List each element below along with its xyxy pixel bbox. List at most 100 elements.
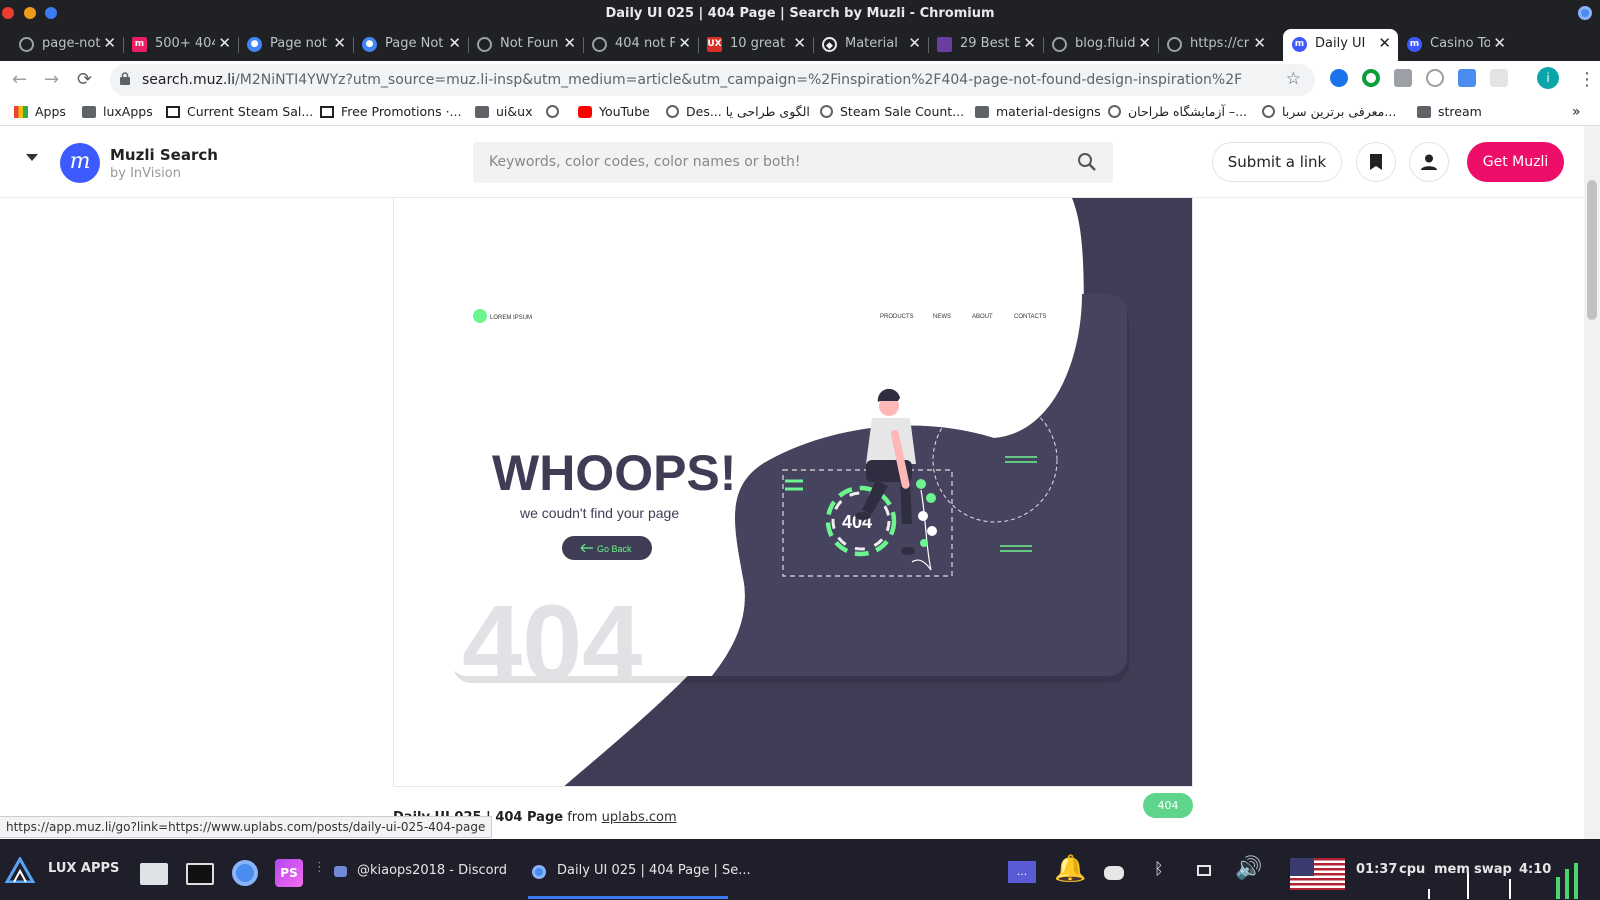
globe-icon [666,105,679,118]
caret-down-icon[interactable] [26,154,38,161]
workspace-button[interactable]: ... [1008,861,1036,883]
submit-link-button[interactable]: Submit a link [1212,142,1342,182]
grammarly-icon[interactable] [1362,69,1380,87]
close-tab-icon[interactable]: ✕ [1138,34,1151,52]
scrollbar-thumb[interactable] [1587,180,1597,320]
tab-label: 404 not F [615,36,675,51]
bookmark-apps[interactable]: Apps [14,104,66,119]
tab-page-not-2[interactable]: ● Page not ✕ [238,29,354,61]
back-arrow-icon[interactable]: ← [12,69,27,90]
bookmark-steam-sale-countdown[interactable]: Steam Sale Count... [820,104,964,119]
bell-icon[interactable]: 🔔 [1054,854,1086,884]
tab-page-not-found[interactable]: ● Page Not ✕ [353,29,469,61]
profile-button[interactable] [1409,142,1449,182]
close-tab-icon[interactable]: ✕ [1253,34,1266,52]
tab-material[interactable]: ◆ Material ✕ [813,29,929,61]
tab-label: 10 great [730,36,786,51]
tab-not-found[interactable]: Not Foun ✕ [468,29,584,61]
bookmark-free-promotions[interactable]: Free Promotions ·... [320,104,461,119]
profile-avatar[interactable]: i [1537,67,1559,89]
search-input[interactable]: Keywords, color codes, color names or bo… [473,142,1113,183]
bookmark-globe[interactable] [546,104,566,119]
close-tab-icon[interactable]: ✕ [218,34,231,52]
reload-icon[interactable]: ⟳ [77,69,92,90]
bookmark-design-lab[interactable]: آزمایشگاه طراحان –... [1108,104,1247,119]
close-tab-icon[interactable]: ✕ [563,34,576,52]
tab-blog-fluid[interactable]: blog.fluid ✕ [1043,29,1159,61]
robot-favicon-icon: ● [362,37,377,52]
file-manager-icon[interactable] [140,863,168,885]
ux-favicon-icon: UX [707,37,722,52]
close-tab-icon[interactable]: ✕ [333,34,346,52]
page-scrollbar[interactable] [1584,126,1600,839]
translate-icon[interactable] [1458,69,1476,87]
bookmark-current-steam[interactable]: Current Steam Sal... [166,104,313,119]
colorlib-icon [937,37,952,52]
volume-icon[interactable]: 🔊 [1235,856,1262,881]
bookmark-youtube[interactable]: YouTube [578,104,650,119]
phpstorm-icon[interactable]: PS [275,859,303,887]
tab-https-cr[interactable]: https://cr ✕ [1158,29,1273,61]
design-shot-card[interactable]: 404 LOREM IPSUM PRODUCTS NEWS ABOUT CONT… [393,197,1193,787]
close-tab-icon[interactable]: ✕ [793,34,806,52]
close-tab-icon[interactable]: ✕ [1493,34,1506,52]
url-text: search.muz.li/M2NiNTI4YWYz?utm_source=mu… [142,72,1242,88]
tab-29-best[interactable]: 29 Best E ✕ [928,29,1044,61]
menu-kebab-icon[interactable]: ⋮ [1578,69,1596,90]
bookmark-uiux[interactable]: ui&ux [475,104,532,119]
globe-icon [19,37,34,52]
tab-500-404[interactable]: m 500+ 404 ✕ [123,29,239,61]
bookmark-label: luxApps [103,104,153,119]
close-tab-icon[interactable]: ✕ [448,34,461,52]
tab-10-great[interactable]: UX 10 great ✕ [698,29,814,61]
extension-circle-icon[interactable] [1426,69,1444,87]
lux-logo-icon[interactable] [5,857,35,883]
bookmark-best-servers[interactable]: معرفی برترین سربا... [1262,104,1396,119]
bookmark-luxapps[interactable]: luxApps [82,104,153,119]
bookmark-star-icon[interactable]: ☆ [1286,69,1301,89]
bookmark-stream[interactable]: stream [1417,104,1482,119]
tab-404-not-found[interactable]: 404 not F ✕ [583,29,699,61]
taskbar-discord-window[interactable]: @kiaops2018 - Discord [357,863,507,878]
close-tab-icon[interactable]: ✕ [678,34,691,52]
globe-icon [1262,105,1275,118]
muzli-logo[interactable]: m [60,143,100,183]
tab-daily-ui-active[interactable]: m Daily UI ✕ [1283,29,1398,61]
bluetooth-icon[interactable]: ᛒ [1154,859,1164,878]
get-muzli-button[interactable]: Get Muzli [1467,142,1564,182]
us-flag-icon[interactable] [1290,858,1345,890]
chromium-taskbar-icon[interactable] [232,860,258,886]
robot-favicon-icon: ● [247,37,262,52]
swap-label: swap [1474,862,1512,877]
address-bar[interactable]: search.muz.li/M2NiNTI4YWYz?utm_source=mu… [110,64,1315,96]
bookmark-label: stream [1438,104,1482,119]
close-tab-icon[interactable]: ✕ [908,34,921,52]
steam-icon [166,106,180,118]
shot-source-link[interactable]: uplabs.com [602,810,677,825]
search-icon[interactable] [1077,152,1097,172]
clock[interactable]: 01:37 [1356,862,1397,877]
tag-404[interactable]: 404 [1143,793,1193,818]
close-tab-icon[interactable]: ✕ [1378,34,1391,52]
close-tab-icon[interactable]: ✕ [1023,34,1036,52]
discord-tray-icon[interactable] [1104,866,1124,880]
mock-nav-products: PRODUCTS [880,314,914,320]
bookmark-material-designs[interactable]: material-designs [975,104,1101,119]
tab-page-not[interactable]: page-not ✕ [10,29,124,61]
taskbar-chromium-window[interactable]: Daily UI 025 | 404 Page | Se... [557,863,751,878]
youtube-icon [578,106,592,118]
close-tab-icon[interactable]: ✕ [103,34,116,52]
terminal-icon[interactable] [186,863,214,885]
bookmark-design-patterns[interactable]: Des... الگوی طراحی یا [666,104,810,119]
steam-icon [320,106,334,118]
extension-blue-icon[interactable] [1330,69,1348,87]
forward-arrow-icon[interactable]: → [44,69,59,90]
bookmarks-overflow-icon[interactable]: » [1572,104,1581,120]
extension-grey-icon[interactable] [1490,69,1508,87]
camera-icon[interactable] [1394,69,1412,87]
launcher-label[interactable]: LUX APPS [48,861,119,876]
bookmark-button[interactable] [1356,142,1396,182]
display-icon[interactable] [1197,865,1211,876]
cpu-label: cpu [1399,862,1426,877]
tab-casino[interactable]: m Casino To ✕ [1398,29,1513,61]
